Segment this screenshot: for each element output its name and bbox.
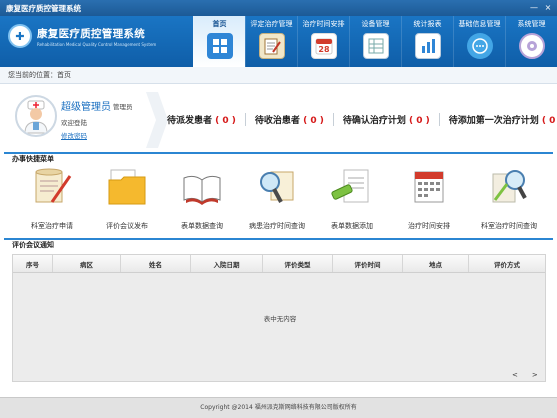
quick-label: 科室治疗时间查询	[481, 222, 537, 230]
quick-label: 科室治疗申请	[31, 222, 73, 230]
quick-form-query[interactable]: 表单数据查询	[164, 166, 240, 231]
magnifier-document-icon	[260, 171, 294, 203]
app-header: ✚ 康复医疗质控管理系统 Rehabilitation Medical Qual…	[0, 16, 557, 67]
next-page-button[interactable]: >	[532, 371, 538, 379]
stat-count: ( 0 )	[541, 116, 557, 126]
prev-page-button[interactable]: <	[512, 371, 518, 379]
quick-label: 治疗时间安排	[408, 222, 450, 230]
stat-label: 待添加第一次治疗计划	[448, 116, 539, 126]
quick-dept-time-query[interactable]: 科室治疗时间查询	[471, 166, 547, 231]
close-button[interactable]: ×	[542, 2, 554, 13]
window-title: 康复医疗质控管理系统	[6, 4, 81, 13]
grid-list-icon	[362, 33, 389, 59]
column-header[interactable]: 地点	[403, 255, 469, 272]
calendar-pages-icon	[414, 171, 444, 203]
nav-label: 基础信息管理	[458, 20, 501, 28]
quick-label: 评价会议发布	[106, 222, 148, 230]
quick-treatment-schedule[interactable]: 治疗时间安排	[391, 166, 467, 231]
table-empty-message: 表中无内容	[263, 315, 297, 323]
logo-emblem-icon: ✚	[8, 24, 32, 48]
nav-reports[interactable]: 统计报表	[401, 16, 453, 67]
settings-gear-icon	[518, 33, 545, 59]
clipboard-pencil-icon	[258, 33, 285, 59]
stat-count: ( 0 )	[303, 116, 324, 126]
stat-pending-admission[interactable]: 待收治患者 ( 0 )	[244, 113, 333, 126]
nav-equipment[interactable]: 设备管理	[349, 16, 401, 67]
window-titlebar: 康复医疗质控管理系统 — ×	[0, 0, 557, 16]
pagination: < >	[512, 371, 538, 379]
welcome-text: 欢迎登陆	[61, 119, 87, 127]
stat-count: ( 0 )	[409, 116, 430, 126]
stat-count: ( 0 )	[215, 116, 236, 126]
nav-assessment-treatment[interactable]: 评定治疗管理	[245, 16, 297, 67]
brand-logo: ✚ 康复医疗质控管理系统 Rehabilitation Medical Qual…	[8, 24, 156, 48]
quick-meeting-publish[interactable]: 评价会议发布	[89, 166, 165, 231]
user-role: 管理员	[113, 103, 133, 111]
stat-label: 待收治患者	[254, 116, 300, 126]
doctor-avatar-icon	[15, 95, 57, 137]
nav-label: 首页	[212, 20, 227, 28]
change-password-link[interactable]: 修改密码	[61, 130, 87, 140]
table-header-row: 序号 病区 姓名 入院日期 评价类型 评价时间 地点 评价方式	[13, 255, 545, 273]
nav-home[interactable]: 首页	[193, 16, 245, 67]
nav-system[interactable]: 系统管理	[505, 16, 557, 67]
minimize-button[interactable]: —	[528, 2, 540, 13]
user-name: 超级管理员	[61, 102, 111, 113]
nav-label: 设备管理	[361, 20, 390, 28]
scroll-pen-icon	[35, 168, 72, 203]
bar-chart-icon	[414, 33, 441, 59]
quick-menu-header: 办事快捷菜单	[4, 152, 553, 164]
magnifier-pencil-icon	[492, 170, 527, 203]
brand-subtitle: Rehabilitation Medical Quality Control M…	[37, 41, 157, 47]
svg-text:28: 28	[318, 45, 330, 54]
column-header[interactable]: 评价时间	[333, 255, 403, 272]
quick-patient-time-query[interactable]: 病患治疗时间查询	[239, 166, 315, 231]
main-nav: 首页 评定治疗管理 治疗时间安排 28 设备管理 统计报表 基础信息管理 系统管…	[193, 16, 557, 67]
column-header[interactable]: 序号	[13, 255, 53, 272]
document-marker-icon	[331, 169, 369, 203]
stat-label: 待确认治疗计划	[342, 116, 406, 126]
column-header[interactable]: 姓名	[121, 255, 191, 272]
stat-label: 待派发患者	[167, 116, 213, 126]
home-icon	[206, 33, 233, 59]
folder-document-icon	[108, 169, 146, 205]
stat-pending-dispatch[interactable]: 待派发患者 ( 0 )	[164, 113, 245, 126]
stat-pending-first-plan[interactable]: 待添加第一次治疗计划 ( 0 )	[438, 113, 557, 126]
meeting-notice-header: 评价会议通知	[4, 238, 553, 250]
quick-label: 表单数据添加	[331, 222, 373, 230]
nav-label: 评定治疗管理	[250, 20, 293, 28]
column-header[interactable]: 病区	[53, 255, 121, 272]
calendar-icon: 28	[310, 33, 337, 59]
info-chat-icon	[466, 33, 493, 59]
brand-name: 康复医疗质控管理系统	[37, 27, 145, 40]
meeting-table: 序号 病区 姓名 入院日期 评价类型 评价时间 地点 评价方式 表中无内容	[12, 254, 546, 382]
nav-label: 系统管理	[517, 20, 546, 28]
nav-label: 统计报表	[413, 20, 442, 28]
nav-label: 治疗时间安排	[302, 20, 345, 28]
breadcrumb: 您当前的位置：首页	[0, 67, 557, 84]
nav-treatment-schedule[interactable]: 治疗时间安排 28	[297, 16, 349, 67]
column-header[interactable]: 评价方式	[469, 255, 545, 272]
quick-dept-treatment-request[interactable]: 科室治疗申请	[14, 166, 90, 231]
column-header[interactable]: 入院日期	[191, 255, 263, 272]
footer-copyright: Copyright @2014 福州派克斯网络科技有限公司版权所有	[0, 397, 557, 418]
task-stats: 待派发患者 ( 0 ) 待收治患者 ( 0 ) 待确认治疗计划 ( 0 ) 待添…	[164, 113, 557, 126]
quick-label: 表单数据查询	[181, 222, 223, 230]
open-book-icon	[183, 175, 221, 205]
nav-basic-info[interactable]: 基础信息管理	[453, 16, 505, 67]
stat-pending-plan-confirm[interactable]: 待确认治疗计划 ( 0 )	[332, 113, 439, 126]
column-header[interactable]: 评价类型	[263, 255, 333, 272]
quick-form-add[interactable]: 表单数据添加	[314, 166, 390, 231]
quick-menu: 科室治疗申请 评价会议发布 表单数据查询 病患治疗时间查询 表单数据添加 治疗时…	[4, 166, 553, 236]
quick-label: 病患治疗时间查询	[249, 222, 305, 230]
user-summary-panel: 超级管理员 管理员 欢迎登陆 修改密码 待派发患者 ( 0 ) 待收治患者 ( …	[4, 92, 557, 148]
